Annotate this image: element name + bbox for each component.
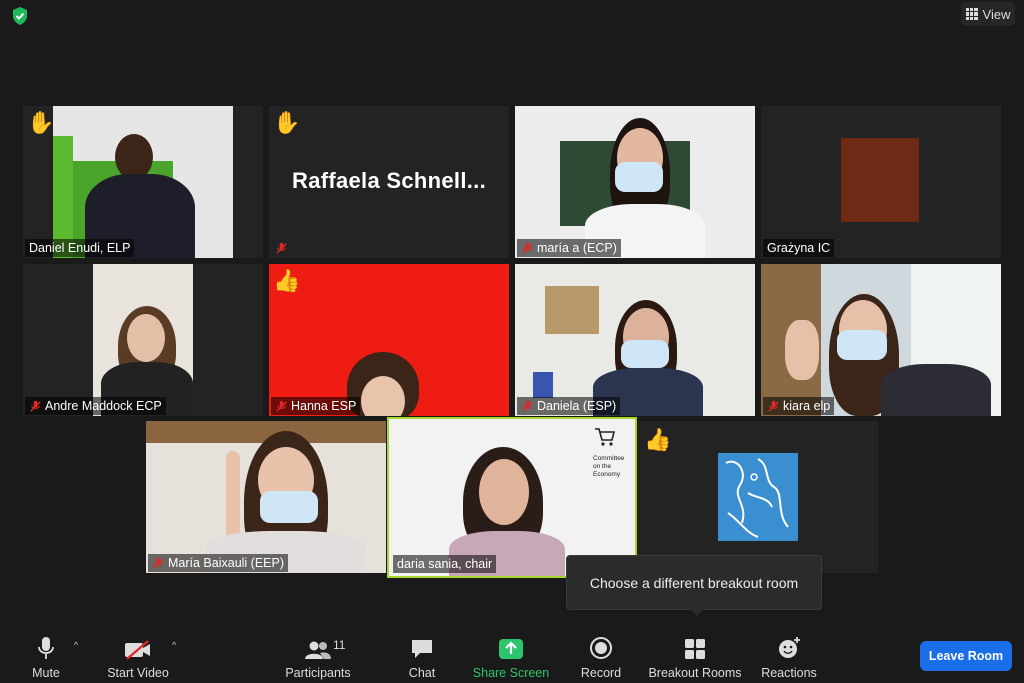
muted-mic-icon [522,400,533,412]
video-feed [515,106,755,258]
participant-name: María Baixauli (EEP) [148,554,289,572]
muted-mic-icon [276,400,287,412]
profile-picture [718,453,798,541]
reactions-button[interactable]: Reactions [758,630,820,680]
video-tile-maria-a[interactable]: maría a (ECP) [515,106,755,258]
breakout-room-tooltip: Choose a different breakout room [566,555,822,616]
mute-button[interactable]: Mute [28,630,64,680]
video-tile-raffaela[interactable]: ✋ Raffaela Schnell... [269,106,509,258]
video-tile-daria-active-speaker[interactable]: Committee on the Economy daria sania, ch… [387,417,637,578]
audio-options-caret-icon[interactable]: ^ [74,640,78,650]
video-feed [146,421,386,573]
microphone-icon [38,637,54,659]
participants-count: 11 [333,638,346,652]
video-feed: Committee on the Economy [389,419,635,576]
participant-name: daria sania, chair [393,555,497,573]
encryption-shield-icon[interactable] [10,6,30,26]
leave-room-button[interactable]: Leave Room [920,641,1012,671]
video-feed [93,264,193,416]
start-video-button[interactable]: Start Video [104,630,172,680]
breakout-rooms-label: Breakout Rooms [648,666,742,680]
view-label: View [982,6,1011,22]
video-tile-daniel[interactable]: ✋ Daniel Enudi, ELP [23,106,263,258]
muted-mic-icon [522,242,533,254]
share-screen-icon [499,639,523,659]
participant-name: Grażyna IC [763,239,835,257]
chat-bubble-icon [412,640,432,658]
breakout-rooms-button[interactable]: Breakout Rooms [648,630,742,680]
chat-label: Chat [408,666,436,680]
raised-hand-icon: ✋ [27,110,55,135]
smiley-plus-icon [779,637,800,658]
video-tile-grazyna[interactable]: Grażyna IC [761,106,1001,258]
meeting-toolbar: Mute ^ Start Video ^ Participants 11 Cha… [0,620,1024,683]
video-feed [515,264,755,416]
share-screen-label: Share Screen [472,666,550,680]
mute-label: Mute [32,666,60,680]
thumbs-up-icon: 👍 [273,268,301,293]
participant-name: maría a (ECP) [517,239,621,257]
video-options-caret-icon[interactable]: ^ [172,640,176,650]
profile-picture [841,138,919,222]
participant-name: Daniel Enudi, ELP [25,239,135,257]
participant-name: Daniela (ESP) [517,397,621,415]
muted-mic-icon [276,242,287,254]
muted-mic-icon [768,400,779,412]
shopping-cart-icon [595,428,616,446]
participant-name-bar [271,240,292,257]
video-feed [53,106,233,258]
reactions-label: Reactions [761,666,817,680]
participant-name: Andre Maddock ECP [25,397,166,415]
record-button[interactable]: Record [578,630,624,680]
muted-mic-icon [30,400,41,412]
record-label: Record [580,666,622,680]
grid-icon [965,8,978,20]
video-camera-off-icon [125,640,150,660]
participant-name: Hanna ESP [271,397,361,415]
video-tile-andre[interactable]: Andre Maddock ECP [23,264,263,416]
participant-display-name: Raffaela Schnell... [292,168,486,193]
video-tile-unnamed[interactable]: 👍 [638,421,878,573]
thumbs-up-icon: 👍 [644,427,672,452]
record-icon [590,637,612,659]
breakout-rooms-icon [685,639,705,659]
participants-icon [305,641,331,659]
share-screen-button[interactable]: Share Screen [472,630,550,680]
video-tile-hanna[interactable]: 👍 Hanna ESP [269,264,509,416]
view-button[interactable]: View [961,2,1015,26]
video-tile-maria-baixauli[interactable]: María Baixauli (EEP) [146,421,386,573]
participant-name: kiara elp [763,397,835,415]
committee-backdrop-text: Committee on the Economy [593,455,625,478]
muted-mic-icon [153,557,164,569]
start-video-label: Start Video [107,666,169,680]
video-tile-daniela[interactable]: Daniela (ESP) [515,264,755,416]
video-feed [761,264,1001,416]
participants-label: Participants [285,666,351,680]
video-tile-kiara[interactable]: kiara elp [761,264,1001,416]
chat-button[interactable]: Chat [402,630,442,680]
raised-hand-icon: ✋ [273,110,301,135]
